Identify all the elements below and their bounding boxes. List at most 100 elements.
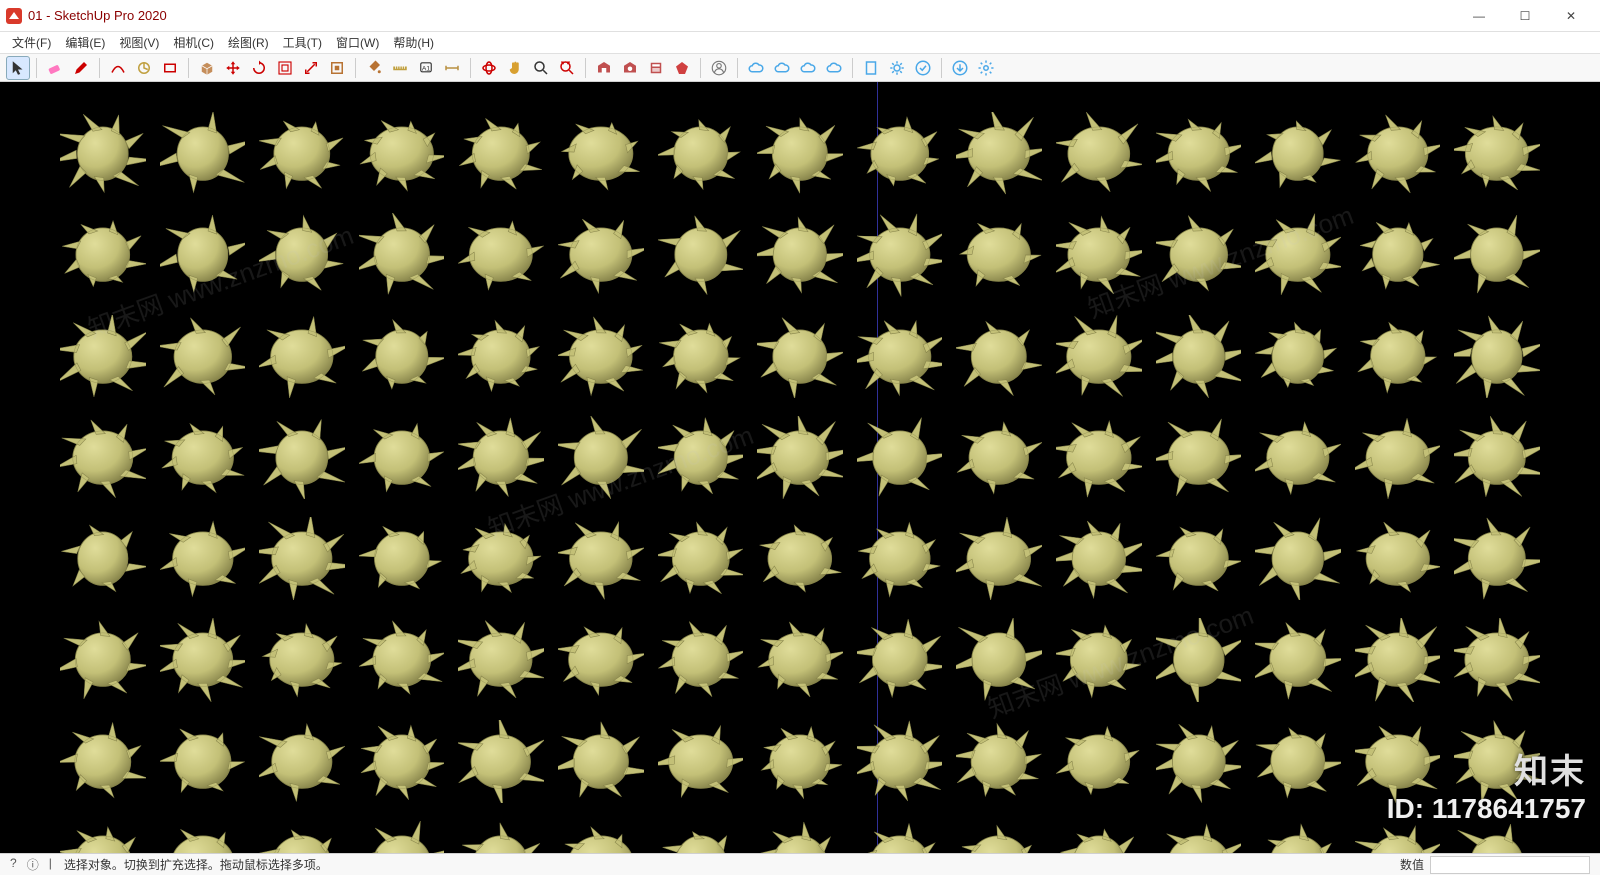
ruby-tool[interactable]	[670, 56, 694, 80]
gear-tool[interactable]	[885, 56, 909, 80]
close-button[interactable]: ✕	[1548, 1, 1594, 31]
viewport-3d[interactable]: 知末网 www.znzmo.com 知末网 www.znzmo.com 知末网 …	[0, 82, 1600, 853]
cloud-1-tool[interactable]	[744, 56, 768, 80]
check-tool[interactable]	[911, 56, 935, 80]
model-thumbnail[interactable]	[1056, 517, 1142, 600]
model-thumbnail[interactable]	[1355, 821, 1441, 853]
model-thumbnail[interactable]	[658, 213, 744, 296]
model-thumbnail[interactable]	[1156, 720, 1242, 803]
model-thumbnail[interactable]	[1156, 618, 1242, 701]
model-thumbnail[interactable]	[956, 618, 1042, 701]
model-thumbnail[interactable]	[857, 517, 943, 600]
cloud-3-tool[interactable]	[796, 56, 820, 80]
model-thumbnail[interactable]	[658, 720, 744, 803]
model-thumbnail[interactable]	[160, 416, 246, 499]
pan-tool[interactable]	[503, 56, 527, 80]
model-thumbnail[interactable]	[160, 112, 246, 195]
model-thumbnail[interactable]	[757, 618, 843, 701]
model-thumbnail[interactable]	[60, 416, 146, 499]
model-thumbnail[interactable]	[60, 720, 146, 803]
model-thumbnail[interactable]	[857, 416, 943, 499]
model-thumbnail[interactable]	[1255, 315, 1341, 398]
offset-tool[interactable]	[273, 56, 297, 80]
menu-camera[interactable]: 相机(C)	[167, 32, 220, 53]
component-tool[interactable]	[325, 56, 349, 80]
model-thumbnail[interactable]	[1355, 416, 1441, 499]
menu-help[interactable]: 帮助(H)	[387, 32, 440, 53]
model-thumbnail[interactable]	[259, 821, 345, 853]
model-thumbnail[interactable]	[60, 618, 146, 701]
model-thumbnail[interactable]	[658, 112, 744, 195]
pushpull-tool[interactable]	[195, 56, 219, 80]
help-icon[interactable]: ?	[10, 856, 17, 873]
measure-input[interactable]	[1430, 856, 1590, 874]
model-thumbnail[interactable]	[458, 720, 544, 803]
model-thumbnail[interactable]	[458, 821, 544, 853]
model-thumbnail[interactable]	[160, 315, 246, 398]
model-thumbnail[interactable]	[857, 213, 943, 296]
model-thumbnail[interactable]	[956, 213, 1042, 296]
paint-tool[interactable]	[362, 56, 386, 80]
menu-window[interactable]: 窗口(W)	[330, 32, 385, 53]
rotate-tool[interactable]	[247, 56, 271, 80]
model-thumbnail[interactable]	[1255, 821, 1341, 853]
model-thumbnail[interactable]	[558, 213, 644, 296]
tape-tool[interactable]	[132, 56, 156, 80]
model-thumbnail[interactable]	[956, 821, 1042, 853]
model-thumbnail[interactable]	[1454, 315, 1540, 398]
cloud-2-tool[interactable]	[770, 56, 794, 80]
model-thumbnail[interactable]	[359, 416, 445, 499]
move-tool[interactable]	[221, 56, 245, 80]
model-thumbnail[interactable]	[956, 315, 1042, 398]
model-thumbnail[interactable]	[857, 315, 943, 398]
dimension-tool[interactable]	[440, 56, 464, 80]
model-thumbnail[interactable]	[1255, 112, 1341, 195]
model-thumbnail[interactable]	[160, 213, 246, 296]
model-thumbnail[interactable]	[558, 416, 644, 499]
model-thumbnail[interactable]	[259, 213, 345, 296]
model-thumbnail[interactable]	[160, 517, 246, 600]
model-thumbnail[interactable]	[857, 821, 943, 853]
model-thumbnail[interactable]	[857, 618, 943, 701]
model-thumbnail[interactable]	[1156, 315, 1242, 398]
model-thumbnail[interactable]	[956, 112, 1042, 195]
model-thumbnail[interactable]	[1355, 112, 1441, 195]
menu-tools[interactable]: 工具(T)	[277, 32, 328, 53]
model-thumbnail[interactable]	[1454, 720, 1540, 803]
model-thumbnail[interactable]	[658, 315, 744, 398]
model-thumbnail[interactable]	[1056, 112, 1142, 195]
model-thumbnail[interactable]	[1156, 821, 1242, 853]
model-thumbnail[interactable]	[359, 618, 445, 701]
model-thumbnail[interactable]	[60, 517, 146, 600]
model-thumbnail[interactable]	[1156, 517, 1242, 600]
model-thumbnail[interactable]	[757, 315, 843, 398]
model-thumbnail[interactable]	[558, 618, 644, 701]
model-thumbnail[interactable]	[1156, 416, 1242, 499]
model-thumbnail[interactable]	[757, 112, 843, 195]
model-thumbnail[interactable]	[1454, 821, 1540, 853]
model-thumbnail[interactable]	[857, 112, 943, 195]
model-thumbnail[interactable]	[1056, 416, 1142, 499]
model-thumbnail[interactable]	[458, 618, 544, 701]
orbit-tool[interactable]	[477, 56, 501, 80]
model-thumbnail[interactable]	[658, 821, 744, 853]
pencil-tool[interactable]	[69, 56, 93, 80]
zoom-tool[interactable]	[529, 56, 553, 80]
model-thumbnail[interactable]	[259, 416, 345, 499]
menu-draw[interactable]: 绘图(R)	[222, 32, 275, 53]
model-thumbnail[interactable]	[1056, 618, 1142, 701]
model-thumbnail[interactable]	[757, 821, 843, 853]
scale-tool[interactable]	[299, 56, 323, 80]
model-thumbnail[interactable]	[1156, 112, 1242, 195]
select-tool[interactable]	[6, 56, 30, 80]
model-thumbnail[interactable]	[757, 213, 843, 296]
model-thumbnail[interactable]	[259, 720, 345, 803]
settings-tool[interactable]	[974, 56, 998, 80]
model-thumbnail[interactable]	[458, 112, 544, 195]
cloud-4-tool[interactable]	[822, 56, 846, 80]
model-thumbnail[interactable]	[359, 720, 445, 803]
model-thumbnail[interactable]	[1255, 618, 1341, 701]
model-thumbnail[interactable]	[1454, 112, 1540, 195]
model-thumbnail[interactable]	[160, 618, 246, 701]
model-thumbnail[interactable]	[458, 213, 544, 296]
